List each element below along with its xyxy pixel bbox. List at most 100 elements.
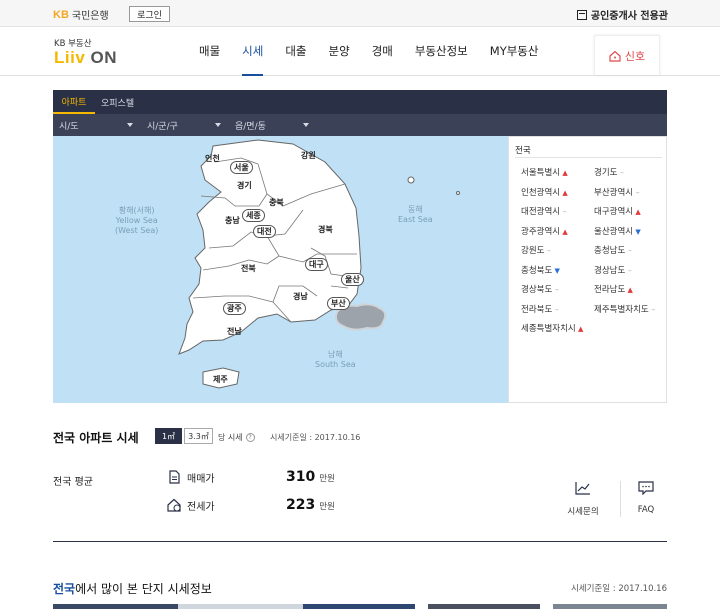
west-sea-en: Yellow Sea [115, 216, 158, 225]
map-island [407, 176, 415, 184]
region-name: 경상북도 [521, 285, 553, 295]
region-name: 광주광역시 [521, 226, 561, 237]
jeonse-house-icon [167, 498, 181, 512]
nav-auction[interactable]: 경매 [361, 27, 404, 75]
region-list-item[interactable]: 대전광역시 – [521, 205, 567, 217]
map-label-gwangju[interactable]: 광주 [223, 302, 246, 315]
region-list-item[interactable]: 부산광역시 – [594, 186, 640, 198]
complex-thumbnail[interactable] [178, 604, 304, 609]
map-label-incheon[interactable]: 인천 [205, 153, 220, 164]
map-label-jeonbuk[interactable]: 전북 [241, 263, 256, 274]
korea-map[interactable]: 황해(서해) Yellow Sea (West Sea) 동해 East Sea… [53, 136, 508, 403]
map-label-jeonnam[interactable]: 전남 [227, 326, 242, 337]
region-list-item[interactable]: 충청남도 – [594, 244, 632, 256]
unit-tail-label: 당 시세 [218, 433, 243, 442]
west-sea-label: 황해(서해) Yellow Sea (West Sea) [115, 206, 158, 236]
region-list-item[interactable]: 대구광역시 ▲ [594, 205, 641, 217]
region-name: 충청남도 [594, 246, 626, 256]
complex-thumbnail[interactable] [303, 604, 415, 609]
region-name: 제주특별자치도 [594, 304, 649, 315]
tab-apartment[interactable]: 아파트 [53, 90, 95, 114]
south-sea-en: South Sea [315, 360, 356, 369]
sale-price-value: 310 만원 [286, 469, 335, 485]
map-label-gyeongbuk[interactable]: 경북 [318, 224, 333, 235]
chat-bubble-icon [638, 481, 654, 495]
property-type-tabs: 아파트 오피스텔 [53, 90, 667, 114]
trend-up-icon: ▲ [560, 227, 568, 236]
region-list-item[interactable]: 충청북도 ▼ [521, 264, 560, 276]
region-name: 전라북도 [521, 304, 553, 315]
region-price-list: 전국 서울특별시 ▲ 경기도 – 인천광역시 ▲ 부산광역시 – 대전광역시 – 대구광역… [508, 136, 667, 403]
region-list-item[interactable]: 경기도 – [594, 166, 624, 178]
unit-sqm-button[interactable]: 1㎡ [155, 428, 182, 444]
region-list-item[interactable]: 울산광역시 ▼ [594, 225, 641, 237]
nav-loan[interactable]: 대출 [274, 27, 317, 75]
region-name: 울산광역시 [594, 226, 634, 237]
region-name: 인천광역시 [521, 187, 561, 198]
region-list-item[interactable]: 세종특별자치시 ▲ [521, 322, 583, 334]
region-list-item[interactable]: 인천광역시 ▲ [521, 186, 568, 198]
nav-listings[interactable]: 매물 [188, 27, 231, 75]
unit-tail: 당 시세 ? [218, 432, 255, 443]
map-label-gangwon[interactable]: 강원 [301, 150, 316, 161]
liiv-on-logo[interactable]: KB 부동산 Liiv ON [54, 37, 117, 67]
sale-value-unit: 만원 [319, 474, 335, 484]
alert-button[interactable]: 신호 [594, 35, 660, 75]
map-mainland[interactable] [178, 139, 362, 355]
help-icon[interactable]: ? [245, 433, 255, 442]
agent-portal-link[interactable]: 공인중개사 전용관 [576, 7, 668, 22]
region-name: 경기도 [594, 168, 618, 178]
region-name: 강원도 [521, 246, 545, 256]
popular-complex-region[interactable]: 전국 [53, 582, 75, 596]
map-label-chungnam[interactable]: 충남 [225, 215, 240, 226]
region-list-item[interactable]: 전라북도 – [521, 303, 559, 315]
trend-flat-icon: – [552, 285, 559, 294]
map-label-jeju[interactable]: 제주 [213, 374, 228, 385]
map-label-busan[interactable]: 부산 [327, 297, 350, 310]
nav-real-estate-info[interactable]: 부동산정보 [404, 27, 479, 75]
map-label-gyeongnam[interactable]: 경남 [293, 291, 308, 302]
region-list-item[interactable]: 전라남도 ▲ [594, 283, 633, 295]
region-list-divider [515, 157, 662, 158]
region-list-item[interactable]: 강원도 – [521, 244, 551, 256]
jeonse-value-unit: 만원 [319, 502, 335, 512]
chevron-down-icon [215, 123, 221, 127]
map-label-seoul[interactable]: 서울 [230, 161, 253, 174]
map-label-daejeon[interactable]: 대전 [253, 225, 276, 238]
trend-flat-icon: – [633, 187, 640, 197]
map-label-gyeonggi[interactable]: 경기 [237, 180, 252, 191]
region-list-item[interactable]: 경상북도 – [521, 283, 559, 295]
nav-my-real-estate[interactable]: MY부동산 [479, 27, 550, 75]
map-label-ulsan[interactable]: 울산 [341, 273, 364, 286]
select-sigungu[interactable]: 시/군/구 [141, 114, 227, 136]
market-price-title: 전국 아파트 시세 [53, 431, 139, 445]
region-name: 전라남도 [594, 285, 626, 295]
complex-thumbnail[interactable] [553, 604, 667, 609]
nav-presale[interactable]: 분양 [318, 27, 361, 75]
region-name: 세종특별자치시 [521, 324, 576, 334]
faq-button[interactable]: FAQ [616, 481, 676, 515]
select-sido[interactable]: 시/도 [53, 114, 139, 136]
map-label-sejong[interactable]: 세종 [242, 209, 265, 222]
trend-up-icon: ▲ [560, 169, 568, 177]
login-button[interactable]: 로그인 [129, 6, 170, 22]
price-inquiry-button[interactable]: 시세문의 [553, 481, 613, 517]
map-label-daegu[interactable]: 대구 [305, 258, 328, 271]
unit-pyeong-button[interactable]: 3.3㎡ [184, 428, 213, 444]
complex-thumbnail[interactable] [428, 604, 540, 609]
select-eupmyeondong[interactable]: 읍/면/동 [229, 114, 315, 136]
region-list-item[interactable]: 경상남도 – [594, 264, 632, 276]
region-list-item[interactable]: 광주광역시 ▲ [521, 225, 568, 237]
region-list-item[interactable]: 서울특별시 ▲ [521, 166, 568, 178]
map-label-chungbuk[interactable]: 충북 [269, 197, 284, 208]
trend-flat-icon: – [560, 207, 567, 216]
map-island [456, 191, 460, 195]
region-list-item[interactable]: 제주특별자치도 – [594, 303, 655, 315]
east-sea-ko: 동해 [407, 205, 423, 214]
nav-market-price[interactable]: 시세 [231, 27, 274, 76]
tab-officetel[interactable]: 오피스텔 [101, 90, 134, 114]
complex-thumbnail[interactable] [53, 604, 179, 609]
building-icon [576, 9, 587, 20]
top-utility-bar: KB 국민은행 로그인 공인중개사 전용관 [0, 0, 720, 27]
kb-bank-logo[interactable]: KB 국민은행 [53, 7, 109, 23]
